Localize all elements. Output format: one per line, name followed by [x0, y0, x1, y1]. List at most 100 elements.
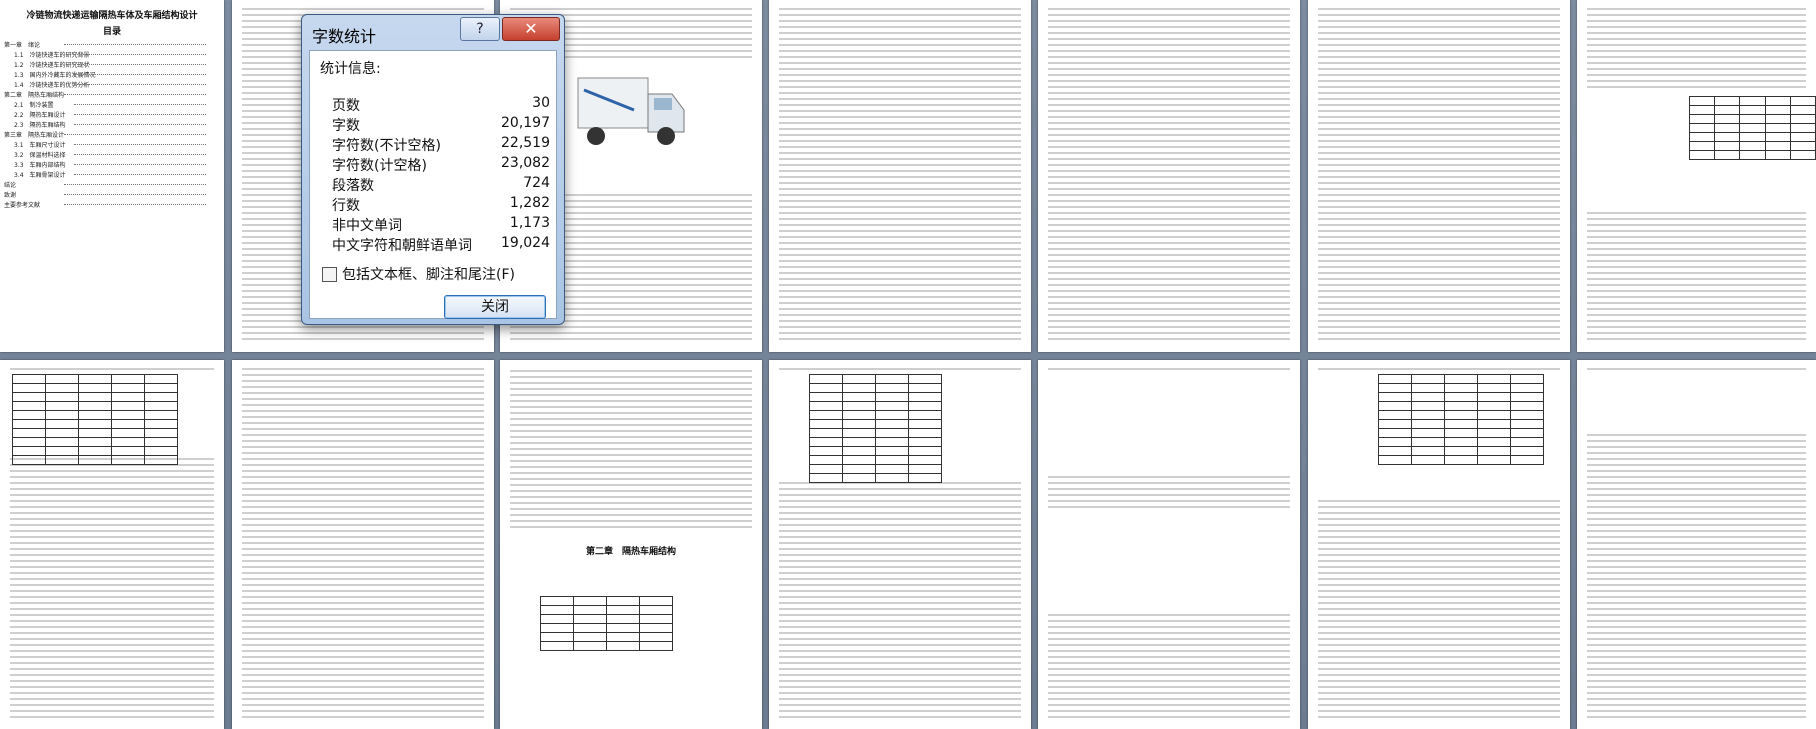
checkbox-label[interactable]: 包括文本框、脚注和尾注(F) — [342, 264, 515, 284]
table-cell — [573, 605, 607, 615]
table-cell — [1764, 96, 1791, 106]
page-toc[interactable]: 冷链物流快递运输隔热车体及车厢结构设计 目录 第一章 绪论 1.1 冷链快递车的研… — [0, 0, 224, 352]
help-button[interactable]: ? — [460, 17, 500, 41]
text-line — [779, 230, 1021, 233]
table-cell — [1764, 150, 1791, 160]
text-line — [779, 620, 1021, 623]
toc-item[interactable]: 3.3 车厢内部结构 — [14, 160, 214, 168]
toc-item[interactable]: 致谢 — [4, 190, 214, 198]
text-line — [242, 452, 484, 455]
text-line — [1587, 26, 1806, 29]
page-5[interactable] — [1038, 0, 1300, 352]
page-8[interactable] — [0, 360, 224, 729]
toc-item[interactable]: 1.1 冷链快递车的研究背景 — [14, 50, 214, 58]
text-line — [1048, 128, 1290, 131]
text-line — [1048, 26, 1290, 29]
toc-item[interactable]: 1.4 冷链快递车的优势分析 — [14, 80, 214, 88]
table-cell — [78, 392, 112, 402]
toc-item[interactable]: 1.3 国内外冷藏车的发展情况 — [14, 70, 214, 78]
text-line — [242, 716, 484, 719]
table-cell — [1688, 150, 1716, 160]
page-7[interactable] — [1577, 0, 1816, 352]
table-cell — [606, 623, 640, 633]
text-line — [779, 272, 1021, 275]
text-line — [1048, 56, 1290, 59]
text-line — [1587, 608, 1806, 611]
toc-item[interactable]: 第二章 隔热车厢结构 — [4, 90, 214, 98]
stat-label: 非中文单词 — [332, 218, 402, 234]
text-line — [242, 584, 484, 587]
table-cell — [1444, 419, 1478, 429]
toc-item[interactable]: 3.4 车厢骨架设计 — [14, 170, 214, 178]
include-textbox-checkbox[interactable] — [322, 267, 337, 282]
text-line — [10, 554, 214, 557]
text-line — [10, 590, 214, 593]
page-13[interactable] — [1308, 360, 1570, 729]
table-cell — [540, 614, 574, 624]
toc-item[interactable]: 第一章 绪论 — [4, 40, 214, 48]
text-line — [1318, 302, 1560, 305]
page-12[interactable] — [1038, 360, 1300, 729]
text-line — [242, 578, 484, 581]
close-button[interactable]: 关闭 — [444, 295, 546, 319]
text-line — [10, 368, 214, 371]
text-line — [779, 602, 1021, 605]
table-cell — [78, 410, 112, 420]
page-11[interactable] — [769, 360, 1031, 729]
close-icon[interactable]: ✕ — [502, 17, 560, 41]
text-line — [510, 412, 752, 415]
table-cell — [1714, 141, 1741, 151]
toc-item[interactable]: 1.2 冷链快递车的研究现状 — [14, 60, 214, 68]
text-line — [10, 572, 214, 575]
text-line — [242, 608, 484, 611]
page-4[interactable] — [769, 0, 1031, 352]
page-10[interactable]: 第二章 隔热车厢结构 — [500, 360, 762, 729]
text-line — [779, 590, 1021, 593]
toc-item[interactable]: 主要参考文献 — [4, 200, 214, 208]
text-line — [1048, 62, 1290, 65]
table-cell — [144, 383, 178, 393]
table-cell — [1411, 383, 1445, 393]
text-line — [1318, 518, 1560, 521]
toc-item[interactable]: 2.3 隔热车厢结构 — [14, 120, 214, 128]
toc-leader — [74, 174, 206, 175]
table-cell — [875, 419, 909, 429]
text-line — [242, 518, 484, 521]
text-line — [1587, 596, 1806, 599]
text-line — [1587, 614, 1806, 617]
toc-item[interactable]: 第三章 隔热车厢设计 — [4, 130, 214, 138]
table-cell — [1714, 150, 1741, 160]
text-line — [510, 460, 752, 463]
text-line — [10, 698, 214, 701]
text-line — [779, 308, 1021, 311]
table-cell — [842, 437, 876, 447]
table-cell — [144, 455, 178, 465]
toc-item[interactable]: 3.2 保温材料选择 — [14, 150, 214, 158]
page-14[interactable] — [1577, 360, 1816, 729]
page-9[interactable] — [232, 360, 494, 729]
table-cell — [1378, 446, 1412, 456]
text-line — [1318, 584, 1560, 587]
toc-item[interactable]: 2.1 制冷装置 — [14, 100, 214, 108]
text-line — [1318, 686, 1560, 689]
table-cell — [144, 446, 178, 456]
text-line — [779, 80, 1021, 83]
text-line — [779, 710, 1021, 713]
table-cell — [1444, 428, 1478, 438]
text-line — [1318, 44, 1560, 47]
text-line — [242, 488, 484, 491]
text-line — [1587, 272, 1806, 275]
toc-item[interactable]: 2.2 隔热车厢设计 — [14, 110, 214, 118]
text-line — [1587, 302, 1806, 305]
toc-item[interactable]: 3.1 车厢尺寸设计 — [14, 140, 214, 148]
page-6[interactable] — [1308, 0, 1570, 352]
text-line — [779, 68, 1021, 71]
text-line — [779, 86, 1021, 89]
stat-pages: 页数 30 — [332, 95, 550, 115]
text-line — [510, 8, 752, 11]
toc-item[interactable]: 结论 — [4, 180, 214, 188]
text-line — [510, 502, 752, 505]
word-count-dialog[interactable]: 字数统计 ? ✕ 统计信息: 页数 30 字数 20,197 字符数(不计空格)… — [301, 14, 565, 325]
stat-label: 中文字符和朝鲜语单词 — [332, 238, 472, 254]
text-line — [1587, 338, 1806, 341]
